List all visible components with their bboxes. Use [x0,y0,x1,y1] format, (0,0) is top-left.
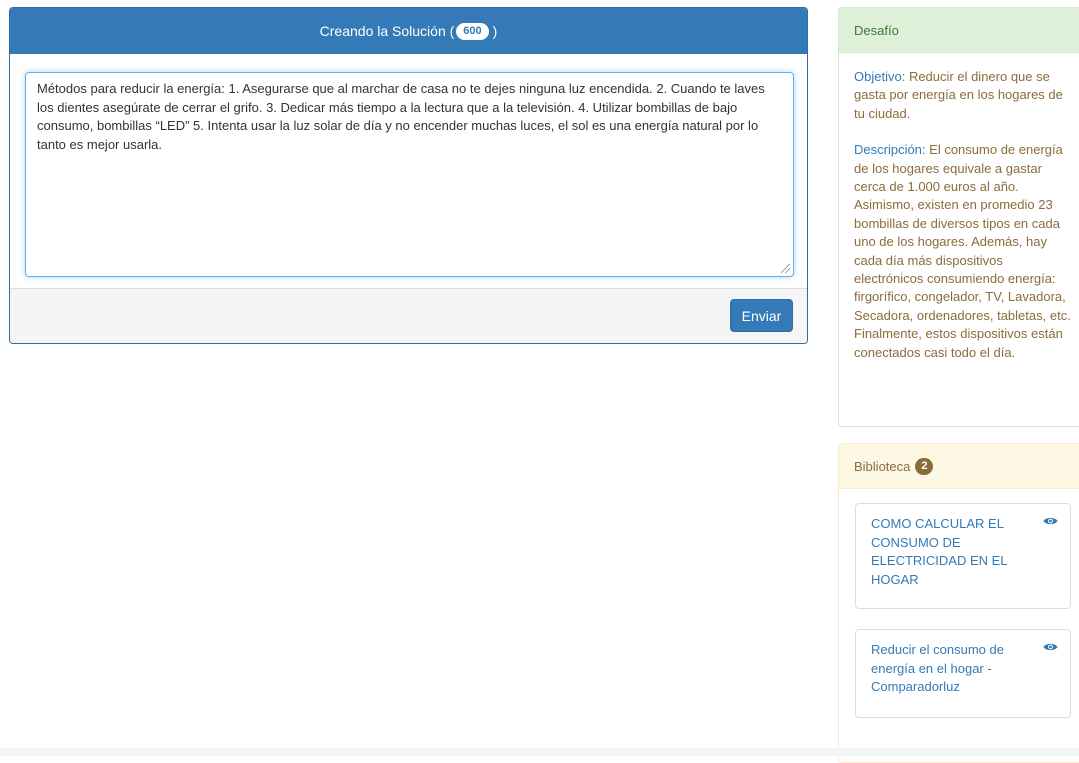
solution-panel-header: Creando la Solución ( 600 ) [10,8,807,54]
solution-textarea[interactable]: Métodos para reducir la energía: 1. Aseg… [25,72,794,277]
description-paragraph: Descripción: El consumo de energía de lo… [854,141,1075,362]
challenge-panel: Desafío Objetivo: Reducir el dinero que … [838,7,1079,427]
resize-handle[interactable] [781,264,790,273]
eye-icon[interactable] [1043,516,1058,526]
solution-panel-body: Métodos para reducir la energía: 1. Aseg… [10,54,807,277]
library-title: Biblioteca [854,458,911,474]
library-item[interactable]: COMO CALCULAR EL CONSUMO DE ELECTRICIDAD… [855,503,1071,609]
library-item-title[interactable]: COMO CALCULAR EL CONSUMO DE ELECTRICIDAD… [871,516,1007,587]
description-label: Descripción: [854,142,926,158]
solution-panel: Creando la Solución ( 600 ) Métodos para… [9,7,808,344]
library-item[interactable]: Reducir el consumo de energía en el hoga… [855,629,1071,718]
objective-paragraph: Objetivo: Reducir el dinero que se gasta… [854,68,1075,123]
char-count-badge: 600 [456,22,489,40]
library-panel: Biblioteca 2 COMO CALCULAR EL CONSUMO DE… [838,443,1079,763]
library-panel-header: Biblioteca 2 [839,444,1079,489]
library-item-title[interactable]: Reducir el consumo de energía en el hoga… [871,642,1004,694]
eye-icon[interactable] [1043,642,1058,652]
solution-panel-footer: Enviar [10,288,807,343]
solution-header-title: Creando la Solución ( [319,23,455,39]
page-bottom-bar [0,748,1079,756]
objective-label: Objetivo: [854,69,906,84]
challenge-title: Desafío [854,22,899,38]
library-count-badge: 2 [915,457,934,475]
description-text: El consumo de energía de los hogares equ… [854,142,1071,360]
challenge-panel-header: Desafío [839,8,1079,53]
submit-button[interactable]: Enviar [730,299,793,332]
solution-text: Métodos para reducir la energía: 1. Aseg… [37,81,765,152]
solution-header-suffix: ) [492,23,498,39]
challenge-panel-body: Objetivo: Reducir el dinero que se gasta… [839,53,1079,362]
